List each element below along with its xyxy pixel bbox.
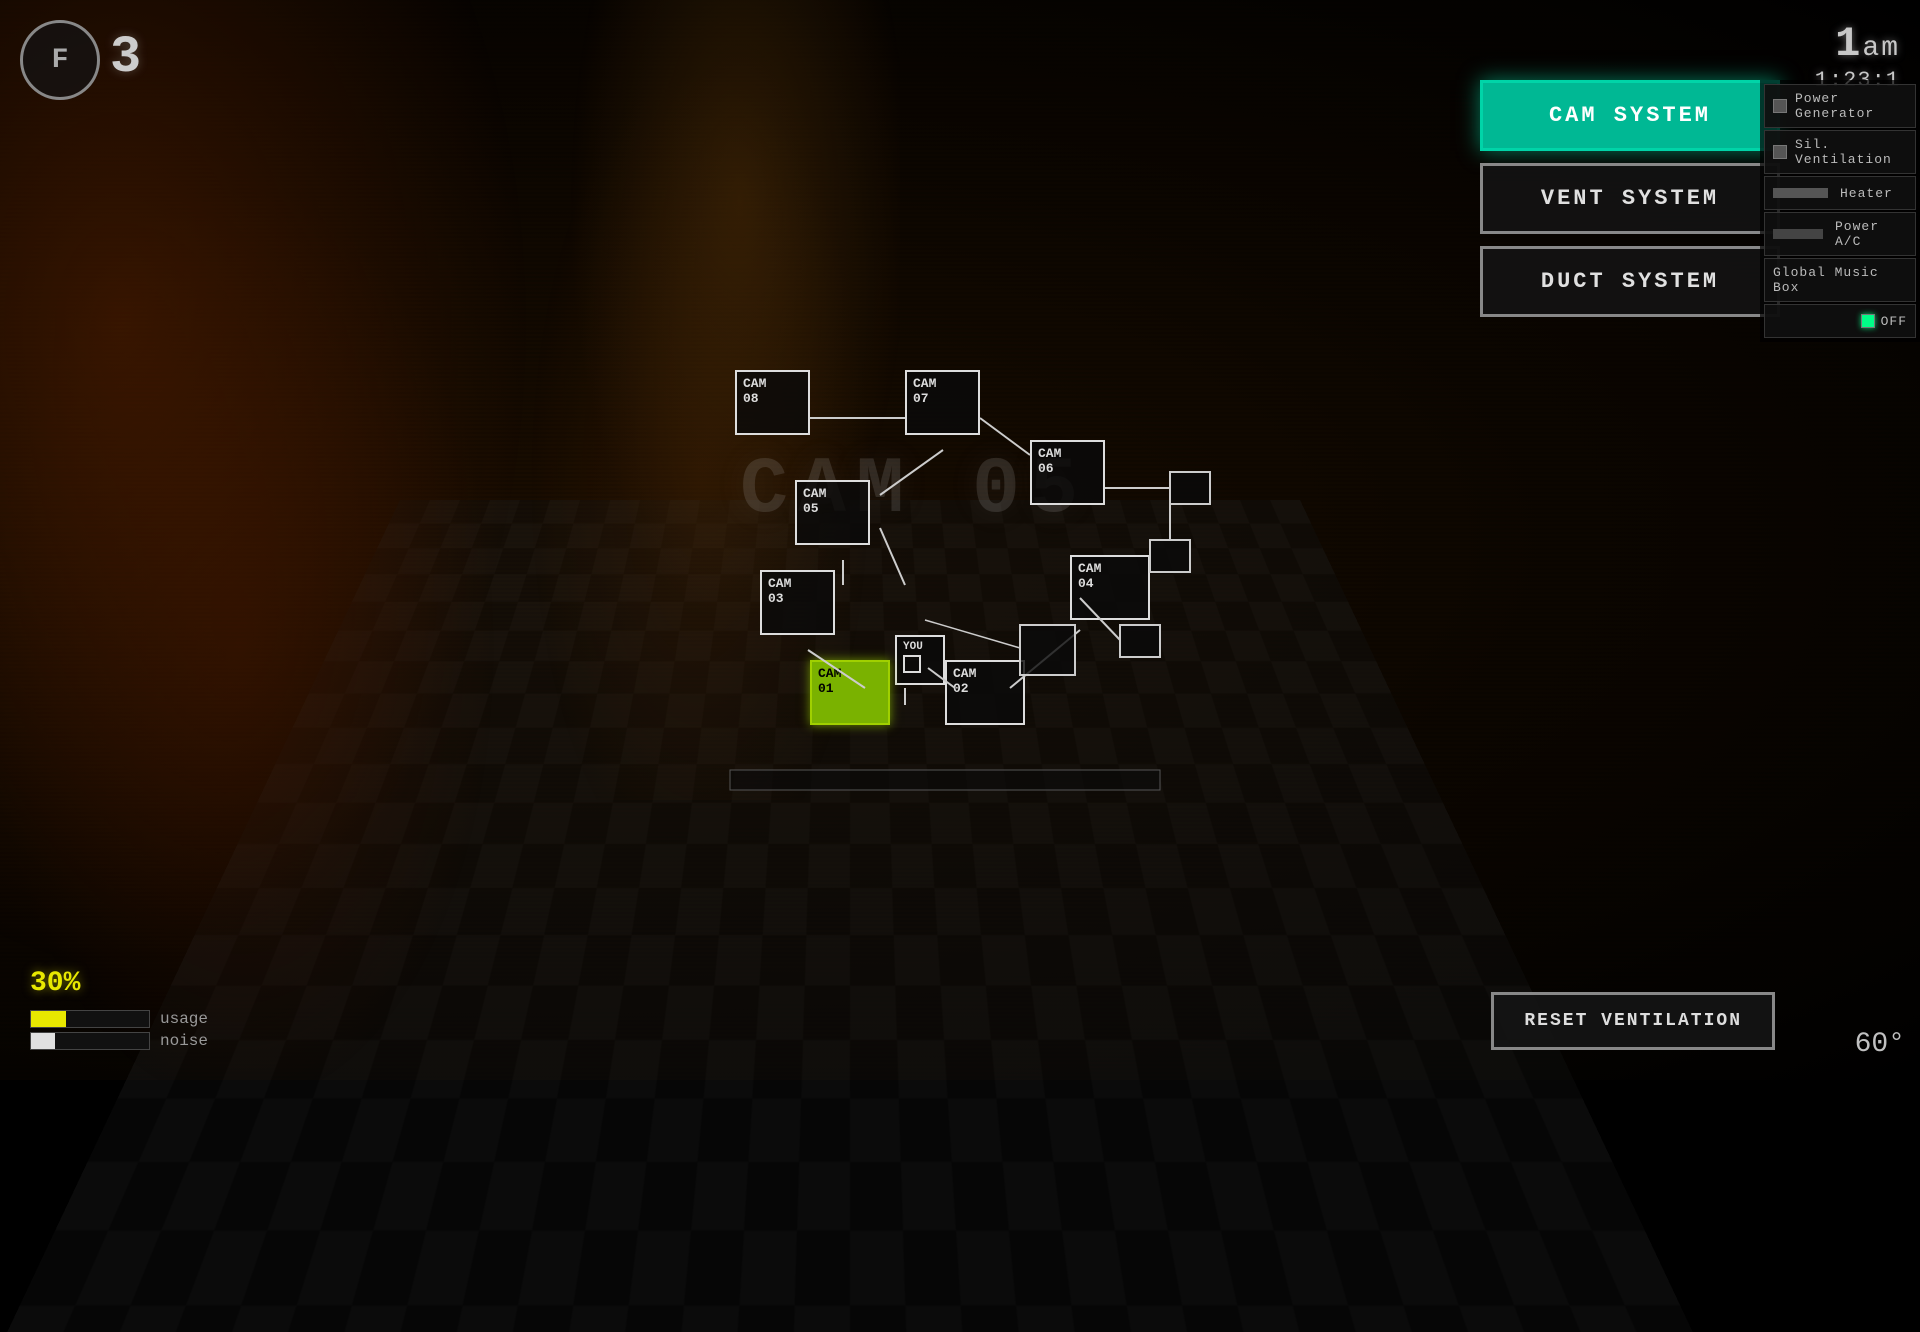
cam-label-02: CAM02 — [953, 666, 976, 696]
you-label: YOU — [903, 641, 923, 653]
cam-system-button[interactable]: CAM SYSTEM — [1480, 80, 1780, 151]
freddy-badge: F — [20, 20, 100, 100]
status-label-power-gen: Power Generator — [1795, 91, 1907, 121]
system-buttons-panel: CAM SYSTEM VENT SYSTEM DUCT SYSTEM — [1480, 80, 1780, 317]
cam-node-05[interactable]: CAM05 — [795, 480, 870, 545]
status-item-sil-vent[interactable]: Sil. Ventilation — [1764, 130, 1916, 174]
cam-node-02[interactable]: CAM02 — [945, 660, 1025, 725]
status-dot-off — [1861, 314, 1875, 328]
cam-node-07[interactable]: CAM07 — [905, 370, 980, 435]
duct-system-button[interactable]: DUCT SYSTEM — [1480, 246, 1780, 317]
cam-label-05: CAM05 — [803, 486, 826, 516]
cam-node-03[interactable]: CAM03 — [760, 570, 835, 635]
cam-node-08[interactable]: CAM08 — [735, 370, 810, 435]
time-hour: 1am — [1815, 20, 1900, 68]
cam-label-04: CAM04 — [1078, 561, 1101, 591]
level-number: 3 — [110, 28, 141, 87]
status-label-off: OFF — [1881, 314, 1907, 329]
status-dot-sil-vent — [1773, 145, 1787, 159]
heater-bar — [1773, 188, 1828, 198]
status-item-power-ac[interactable]: Power A/C — [1764, 212, 1916, 256]
you-indicator — [903, 655, 921, 673]
power-percent: 30% — [30, 947, 208, 1006]
usage-bar-fill — [31, 1011, 66, 1027]
status-item-heater[interactable]: Heater — [1764, 176, 1916, 210]
status-panel: Power Generator Sil. Ventilation Heater … — [1760, 80, 1920, 342]
cam-label-07: CAM07 — [913, 376, 936, 406]
vent-system-button[interactable]: VENT SYSTEM — [1480, 163, 1780, 234]
cam-node-06[interactable]: CAM06 — [1030, 440, 1105, 505]
status-label-global-music: Global Music Box — [1773, 265, 1907, 295]
cam-label-01: CAM01 — [818, 666, 841, 696]
noise-bar-row: noise — [30, 1032, 208, 1050]
hud-bottom: 30% usage noise — [30, 947, 208, 1050]
cam-node-04[interactable]: CAM04 — [1070, 555, 1150, 620]
noise-label: noise — [160, 1032, 208, 1050]
noise-bar-fill — [31, 1033, 55, 1049]
usage-bar — [30, 1010, 150, 1028]
reset-ventilation-button[interactable]: RESET VENTILATION — [1491, 992, 1775, 1050]
camera-map: CAM08 CAM07 CAM06 CAM05 CAM04 CAM03 YOU … — [680, 330, 1240, 810]
power-ac-bar — [1773, 229, 1823, 239]
cam-node-you: YOU — [895, 635, 945, 685]
cam-node-01[interactable]: CAM01 — [810, 660, 890, 725]
status-label-sil-vent: Sil. Ventilation — [1795, 137, 1907, 167]
status-item-global-music[interactable]: Global Music Box — [1764, 258, 1916, 302]
status-label-power-ac: Power A/C — [1835, 219, 1907, 249]
usage-bar-row: usage — [30, 1010, 208, 1028]
usage-label: usage — [160, 1010, 208, 1028]
cam-label-06: CAM06 — [1038, 446, 1061, 476]
freddy-initial: F — [52, 45, 69, 76]
cam-label-08: CAM08 — [743, 376, 766, 406]
temperature-display: 60° — [1855, 1029, 1905, 1060]
noise-bar — [30, 1032, 150, 1050]
status-dot-power-gen — [1773, 99, 1787, 113]
cam-label-03: CAM03 — [768, 576, 791, 606]
status-label-heater: Heater — [1840, 186, 1893, 201]
status-item-off[interactable]: OFF — [1764, 304, 1916, 338]
status-item-power-gen[interactable]: Power Generator — [1764, 84, 1916, 128]
